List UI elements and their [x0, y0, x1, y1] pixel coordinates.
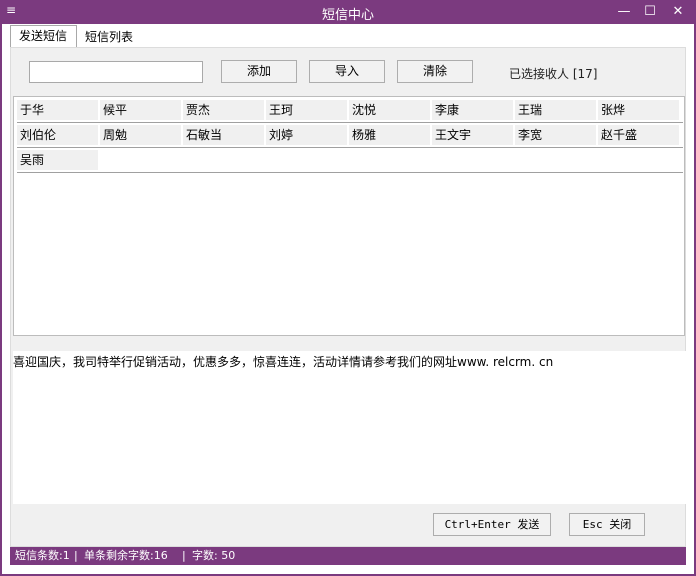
- recipient-chip[interactable]: 王珂: [266, 100, 347, 120]
- maximize-icon[interactable]: ☐: [636, 2, 664, 22]
- recipient-input[interactable]: [29, 61, 203, 83]
- remaining-chars-status: 单条剩余字数:16: [84, 549, 168, 562]
- recipient-chip[interactable]: 刘伯伦: [17, 125, 98, 145]
- recipient-list[interactable]: 于华 候平 贾杰 王珂 沈悦 李康 王瑞 张烨 刘伯伦 周勉 石敏当 刘婷 杨雅…: [13, 96, 685, 336]
- window-title: 短信中心: [321, 8, 374, 23]
- send-sms-panel: 添加 导入 清除 已选接收人 [17] 于华 候平 贾杰 王珂 沈悦 李康 王瑞…: [10, 47, 687, 547]
- char-count-status: 字数: 50: [192, 549, 236, 562]
- close-button[interactable]: Esc 关闭: [569, 513, 645, 536]
- minimize-icon[interactable]: —: [610, 2, 638, 22]
- recipient-chip[interactable]: 张烨: [598, 100, 679, 120]
- recipient-chip[interactable]: 李宽: [515, 125, 596, 145]
- tab-sms-list[interactable]: 短信列表: [77, 26, 149, 47]
- recipient-chip[interactable]: 周勉: [100, 125, 181, 145]
- recipient-chip[interactable]: 李康: [432, 100, 513, 120]
- recipient-row: 刘伯伦 周勉 石敏当 刘婷 杨雅 王文宇 李宽 赵千盛: [17, 123, 683, 148]
- recipient-chip[interactable]: 贾杰: [183, 100, 264, 120]
- recipient-chip[interactable]: 吴雨: [17, 150, 98, 170]
- recipient-chip[interactable]: 王文宇: [432, 125, 513, 145]
- recipient-chip[interactable]: 候平: [100, 100, 181, 120]
- message-textarea[interactable]: 喜迎国庆，我司特举行促销活动，优惠多多，惊喜连连，活动详情请参考我们的网址www…: [13, 351, 687, 504]
- status-bar: 短信条数:1 | 单条剩余字数:16 | 字数: 50: [10, 547, 686, 565]
- recipient-chip[interactable]: 赵千盛: [598, 125, 679, 145]
- title-bar: ≡ 短信中心 — ☐ ✕: [0, 0, 696, 24]
- status-divider: |: [74, 549, 78, 562]
- recipient-chip[interactable]: 杨雅: [349, 125, 430, 145]
- recipient-chip[interactable]: 沈悦: [349, 100, 430, 120]
- tab-send-sms[interactable]: 发送短信: [10, 25, 77, 47]
- message-text: 喜迎国庆，我司特举行促销活动，优惠多多，惊喜连连，活动详情请参考我们的网址www…: [13, 355, 554, 369]
- selected-recipients-count: 已选接收人 [17]: [509, 67, 598, 81]
- recipient-row: 吴雨: [17, 148, 683, 173]
- import-button[interactable]: 导入: [309, 60, 385, 83]
- recipient-row: 于华 候平 贾杰 王珂 沈悦 李康 王瑞 张烨: [17, 98, 683, 123]
- recipient-chip[interactable]: 刘婷: [266, 125, 347, 145]
- add-button[interactable]: 添加: [221, 60, 297, 83]
- recipient-chip[interactable]: 王瑞: [515, 100, 596, 120]
- close-icon[interactable]: ✕: [664, 2, 692, 22]
- status-divider: |: [182, 549, 186, 562]
- clear-button[interactable]: 清除: [397, 60, 473, 83]
- recipient-chip[interactable]: 于华: [17, 100, 98, 120]
- sms-count-status: 短信条数:1: [15, 549, 70, 562]
- recipient-chip[interactable]: 石敏当: [183, 125, 264, 145]
- send-button[interactable]: Ctrl+Enter 发送: [433, 513, 551, 536]
